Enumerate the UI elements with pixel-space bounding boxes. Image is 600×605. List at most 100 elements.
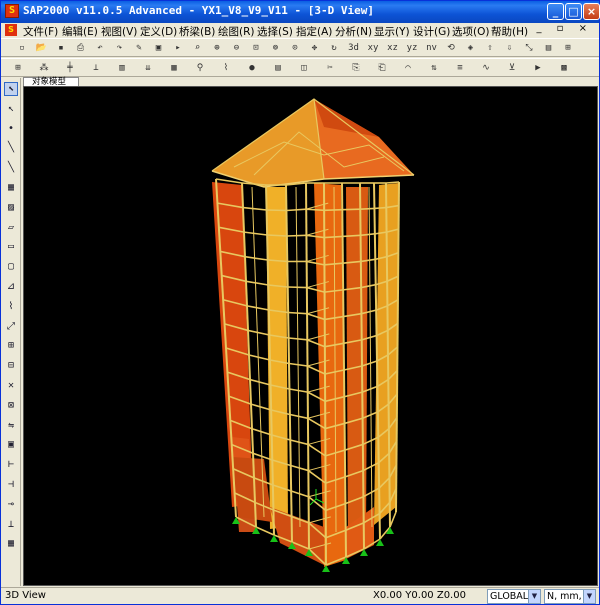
move-up-icon[interactable]: ⇧ xyxy=(483,41,497,55)
release-icon[interactable]: ◫ xyxy=(297,61,311,75)
draw-quad-icon[interactable]: ▢ xyxy=(4,260,18,274)
set-display-icon[interactable]: ▤ xyxy=(542,41,556,55)
model-3d-viewport[interactable] xyxy=(23,86,598,586)
chevron-down-icon[interactable]: ▼ xyxy=(583,590,595,603)
menu-display[interactable]: 显示(Y) xyxy=(374,24,410,39)
xy-view-icon[interactable]: xy xyxy=(366,41,380,55)
zoom-out-icon[interactable]: ⊖ xyxy=(230,41,244,55)
undo-icon[interactable]: ↶ xyxy=(93,41,107,55)
snap-end-icon[interactable]: ⊢ xyxy=(4,458,18,472)
nv-view-icon[interactable]: nv xyxy=(425,41,439,55)
spring-icon[interactable]: ⌇ xyxy=(219,61,233,75)
zoom-prev-icon[interactable]: ⊚ xyxy=(269,41,283,55)
area-icon[interactable]: ▦ xyxy=(167,61,181,75)
draw-line-icon[interactable]: ╲ xyxy=(4,161,18,175)
yz-view-icon[interactable]: yz xyxy=(405,41,419,55)
refresh-icon[interactable]: ↻ xyxy=(327,41,341,55)
deformed-icon[interactable]: ⌒ xyxy=(401,61,415,75)
restraint-icon[interactable]: ⊥ xyxy=(89,61,103,75)
units-select[interactable]: N, mm, C ▼ xyxy=(544,589,596,604)
menu-design[interactable]: 设计(G) xyxy=(413,24,450,39)
menu-analyze[interactable]: 分析(N) xyxy=(335,24,372,39)
print-icon[interactable]: ⎙ xyxy=(74,41,88,55)
perspective-icon[interactable]: ◈ xyxy=(464,41,478,55)
coordinate-system-select[interactable]: GLOBAL ▼ xyxy=(487,589,541,604)
shrink-icon[interactable]: ⤡ xyxy=(522,41,536,55)
zoom-all-icon[interactable]: ⊡ xyxy=(249,41,263,55)
sap2000-app-icon[interactable]: S xyxy=(5,4,19,18)
pencil-icon[interactable]: ✎ xyxy=(132,41,146,55)
draw-link-icon[interactable]: ⊿ xyxy=(4,280,18,294)
draw-area-icon[interactable]: ▱ xyxy=(4,221,18,235)
link-icon[interactable]: ⚲ xyxy=(193,61,207,75)
reshape-icon[interactable]: ↖ xyxy=(4,102,18,116)
stress-icon[interactable]: ≡ xyxy=(453,61,467,75)
draw-joint-icon[interactable]: • xyxy=(4,122,18,136)
pointer-icon[interactable]: ⬉ xyxy=(4,82,18,96)
save-icon[interactable]: ▪ xyxy=(54,41,68,55)
select-prev-icon[interactable]: ⊟ xyxy=(4,359,18,373)
moment-icon[interactable]: ∿ xyxy=(479,61,493,75)
close-button[interactable]: × xyxy=(583,3,600,20)
select-line-icon[interactable]: ⇋ xyxy=(4,419,18,433)
design-icon[interactable]: ▩ xyxy=(557,61,571,75)
zoom-step-icon[interactable]: ⊙ xyxy=(288,41,302,55)
draw-rect-icon[interactable]: ▭ xyxy=(4,240,18,254)
snap-grid-icon[interactable]: ▦ xyxy=(4,537,18,551)
menu-draw[interactable]: 绘图(R) xyxy=(218,24,255,39)
new-icon[interactable]: ▫ xyxy=(15,41,29,55)
joint-icon[interactable]: ⁂ xyxy=(37,61,51,75)
menu-assign[interactable]: 指定(A) xyxy=(296,24,332,39)
snap-mid-icon[interactable]: ⊣ xyxy=(4,478,18,492)
copy-icon[interactable]: ⎘ xyxy=(349,61,363,75)
zoom-in-icon[interactable]: ⊕ xyxy=(210,41,224,55)
draw-tendon-icon[interactable]: ⌇ xyxy=(4,300,18,314)
title-bar[interactable]: S SAP2000 v11.0.5 Advanced - YX1_V8_V9_V… xyxy=(1,1,600,23)
move-down-icon[interactable]: ⇩ xyxy=(503,41,517,55)
paste-icon[interactable]: ⎗ xyxy=(375,61,389,75)
maximize-button[interactable]: □ xyxy=(565,3,582,20)
run-icon[interactable]: ▸ xyxy=(171,41,185,55)
mdi-window-controls[interactable]: _ ▫ × xyxy=(536,23,593,34)
pan-icon[interactable]: ✥ xyxy=(308,41,322,55)
menu-help[interactable]: 帮助(H) xyxy=(491,24,528,39)
lock-icon[interactable]: ▣ xyxy=(152,41,166,55)
clear-select-icon[interactable]: ✕ xyxy=(4,379,18,393)
menu-edit[interactable]: 编辑(E) xyxy=(62,24,98,39)
mass-icon[interactable]: ● xyxy=(245,61,259,75)
minimize-button[interactable]: _ xyxy=(547,3,564,20)
draw-frame-icon[interactable]: ╲ xyxy=(4,141,18,155)
section-icon[interactable]: ▥ xyxy=(115,61,129,75)
snap-intersect-icon[interactable]: ⊸ xyxy=(4,498,18,512)
menu-options[interactable]: 选项(O) xyxy=(452,24,489,39)
rotate-icon[interactable]: ⟲ xyxy=(444,41,458,55)
force-icon[interactable]: ⇅ xyxy=(427,61,441,75)
cut-icon[interactable]: ✂ xyxy=(323,61,337,75)
menu-define[interactable]: 定义(D) xyxy=(140,24,177,39)
intersect-icon[interactable]: ⊠ xyxy=(4,399,18,413)
menu-bridge[interactable]: 桥梁(B) xyxy=(179,24,215,39)
zoom-window-icon[interactable]: ⌕ xyxy=(191,41,205,55)
menu-view[interactable]: 视图(V) xyxy=(101,24,137,39)
menu-file[interactable]: 文件(F) xyxy=(23,24,58,39)
select-all-icon[interactable]: ⊞ xyxy=(4,339,18,353)
draw-brace-icon[interactable]: ▨ xyxy=(4,201,18,215)
open-icon[interactable]: 📂 xyxy=(35,41,49,55)
frame-icon[interactable]: ╪ xyxy=(63,61,77,75)
reaction-icon[interactable]: ⊻ xyxy=(505,61,519,75)
animate-icon[interactable]: ▶ xyxy=(531,61,545,75)
3d-view-icon[interactable]: 3d xyxy=(347,41,361,55)
extrude-icon[interactable]: ⊞ xyxy=(561,41,575,55)
xz-view-icon[interactable]: xz xyxy=(386,41,400,55)
snap-perp-icon[interactable]: ⊥ xyxy=(4,518,18,532)
document-icon[interactable]: S xyxy=(5,24,17,36)
chevron-down-icon[interactable]: ▼ xyxy=(528,590,540,603)
menu-select[interactable]: 选择(S) xyxy=(257,24,293,39)
table-icon[interactable]: ▤ xyxy=(271,61,285,75)
quick-frame-icon[interactable]: ▦ xyxy=(4,181,18,195)
redo-icon[interactable]: ↷ xyxy=(113,41,127,55)
grid-icon[interactable]: ⊞ xyxy=(11,61,25,75)
load-icon[interactable]: ⇊ xyxy=(141,61,155,75)
snap-point-icon[interactable]: ▣ xyxy=(4,438,18,452)
draw-section-icon[interactable]: ⤢ xyxy=(4,320,18,334)
